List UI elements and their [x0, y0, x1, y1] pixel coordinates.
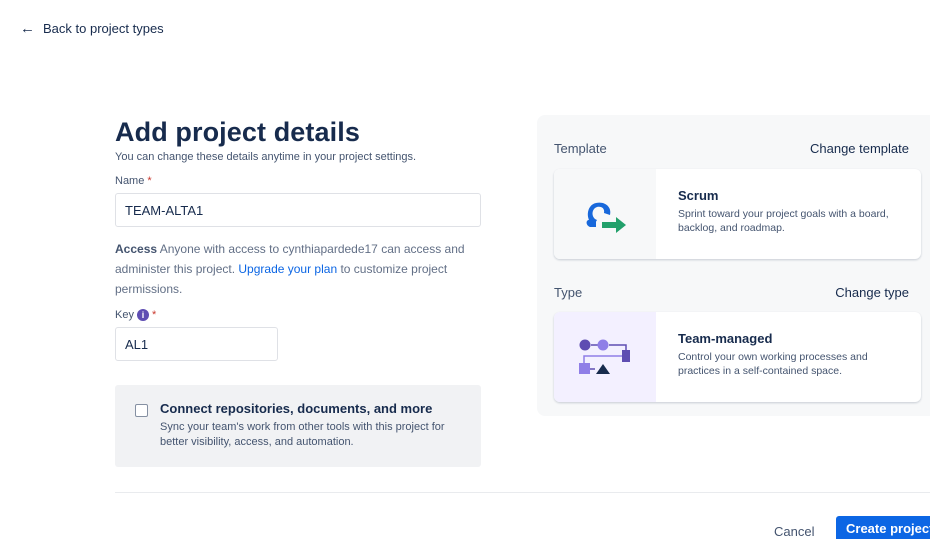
scrum-card-description: Sprint toward your project goals with a … [678, 208, 889, 234]
team-managed-card-description: Control your own working processes and p… [678, 351, 868, 377]
change-template-button[interactable]: Change template [810, 141, 909, 156]
connect-checkbox[interactable] [135, 404, 148, 417]
connect-title: Connect repositories, documents, and mor… [160, 401, 433, 416]
info-icon[interactable]: i [136, 309, 149, 321]
change-type-button[interactable]: Change type [835, 285, 909, 300]
footer-divider [115, 492, 930, 493]
type-card-team-managed[interactable]: Team-managed Control your own working pr… [554, 312, 921, 402]
access-description: Access Anyone with access to cynthiapard… [115, 239, 485, 299]
cancel-button[interactable]: Cancel [766, 519, 822, 539]
connect-description: Sync your team's work from other tools w… [160, 421, 445, 448]
back-to-project-types-link[interactable]: ← Back to project types [20, 21, 164, 36]
upgrade-plan-link[interactable]: Upgrade your plan [238, 262, 337, 276]
team-managed-card-title: Team-managed [678, 331, 773, 346]
name-input[interactable] [115, 193, 481, 227]
scrum-card-title: Scrum [678, 188, 719, 203]
project-details-form: Add project details You can change these… [115, 117, 485, 467]
type-section-header: Type Change type [554, 285, 909, 300]
template-type-panel: Template Change template Scrum Sprint to… [537, 115, 930, 416]
template-section-header: Template Change template [554, 141, 909, 156]
page-title: Add project details [115, 117, 360, 147]
template-card-scrum[interactable]: Scrum Sprint toward your project goals w… [554, 169, 921, 259]
name-label: Name * [115, 175, 152, 187]
key-label: Key i * [115, 309, 157, 321]
page-subtitle: You can change these details anytime in … [115, 151, 417, 163]
team-managed-icon [554, 312, 656, 402]
back-link-label: Back to project types [43, 21, 164, 36]
template-label: Template [554, 141, 607, 156]
connect-tools-box: Connect repositories, documents, and mor… [115, 385, 481, 467]
type-label: Type [554, 285, 583, 300]
arrow-left-icon: ← [20, 20, 35, 37]
required-asterisk: * [147, 175, 152, 187]
access-label: Access [115, 242, 158, 256]
create-project-button[interactable]: Create project [836, 516, 930, 539]
key-input[interactable] [115, 327, 278, 361]
scrum-icon [554, 169, 656, 259]
required-asterisk: * [151, 309, 157, 321]
